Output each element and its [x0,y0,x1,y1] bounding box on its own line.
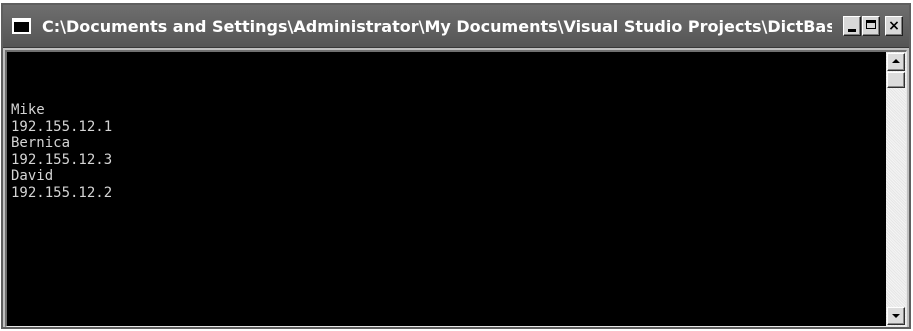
scroll-up-button[interactable] [887,53,905,71]
console-window: C:\Documents and Settings\Administrator\… [1,3,911,329]
console-window-icon[interactable] [12,18,31,34]
close-button[interactable]: × [885,16,903,36]
title-bar[interactable]: C:\Documents and Settings\Administrator\… [3,5,909,48]
console-client-area: Mike 192.155.12.1 Bernica 192.155.12.3 D… [5,50,907,327]
maximize-button[interactable] [862,16,880,36]
console-line: Mike [11,102,45,118]
scroll-thumb[interactable] [887,72,905,88]
console-line: Bernica [11,135,71,151]
window-title: C:\Documents and Settings\Administrator\… [42,17,832,36]
console-text: Mike 192.155.12.1 Bernica 192.155.12.3 D… [11,102,112,201]
scroll-up-arrow-icon [892,59,900,63]
scroll-down-button[interactable] [887,307,905,325]
scroll-down-arrow-icon [892,314,900,318]
minimize-icon [848,29,856,32]
console-line: David [11,168,54,184]
console-line: 192.155.12.2 [11,184,113,201]
close-icon: × [888,18,900,34]
console-line: 192.155.12.1 [11,118,113,135]
vertical-scrollbar[interactable] [886,52,906,326]
minimize-button[interactable] [843,16,861,36]
console-output[interactable]: Mike 192.155.12.1 Bernica 192.155.12.3 D… [7,52,886,326]
console-line: 192.155.12.3 [11,151,113,168]
maximize-icon [866,20,876,29]
